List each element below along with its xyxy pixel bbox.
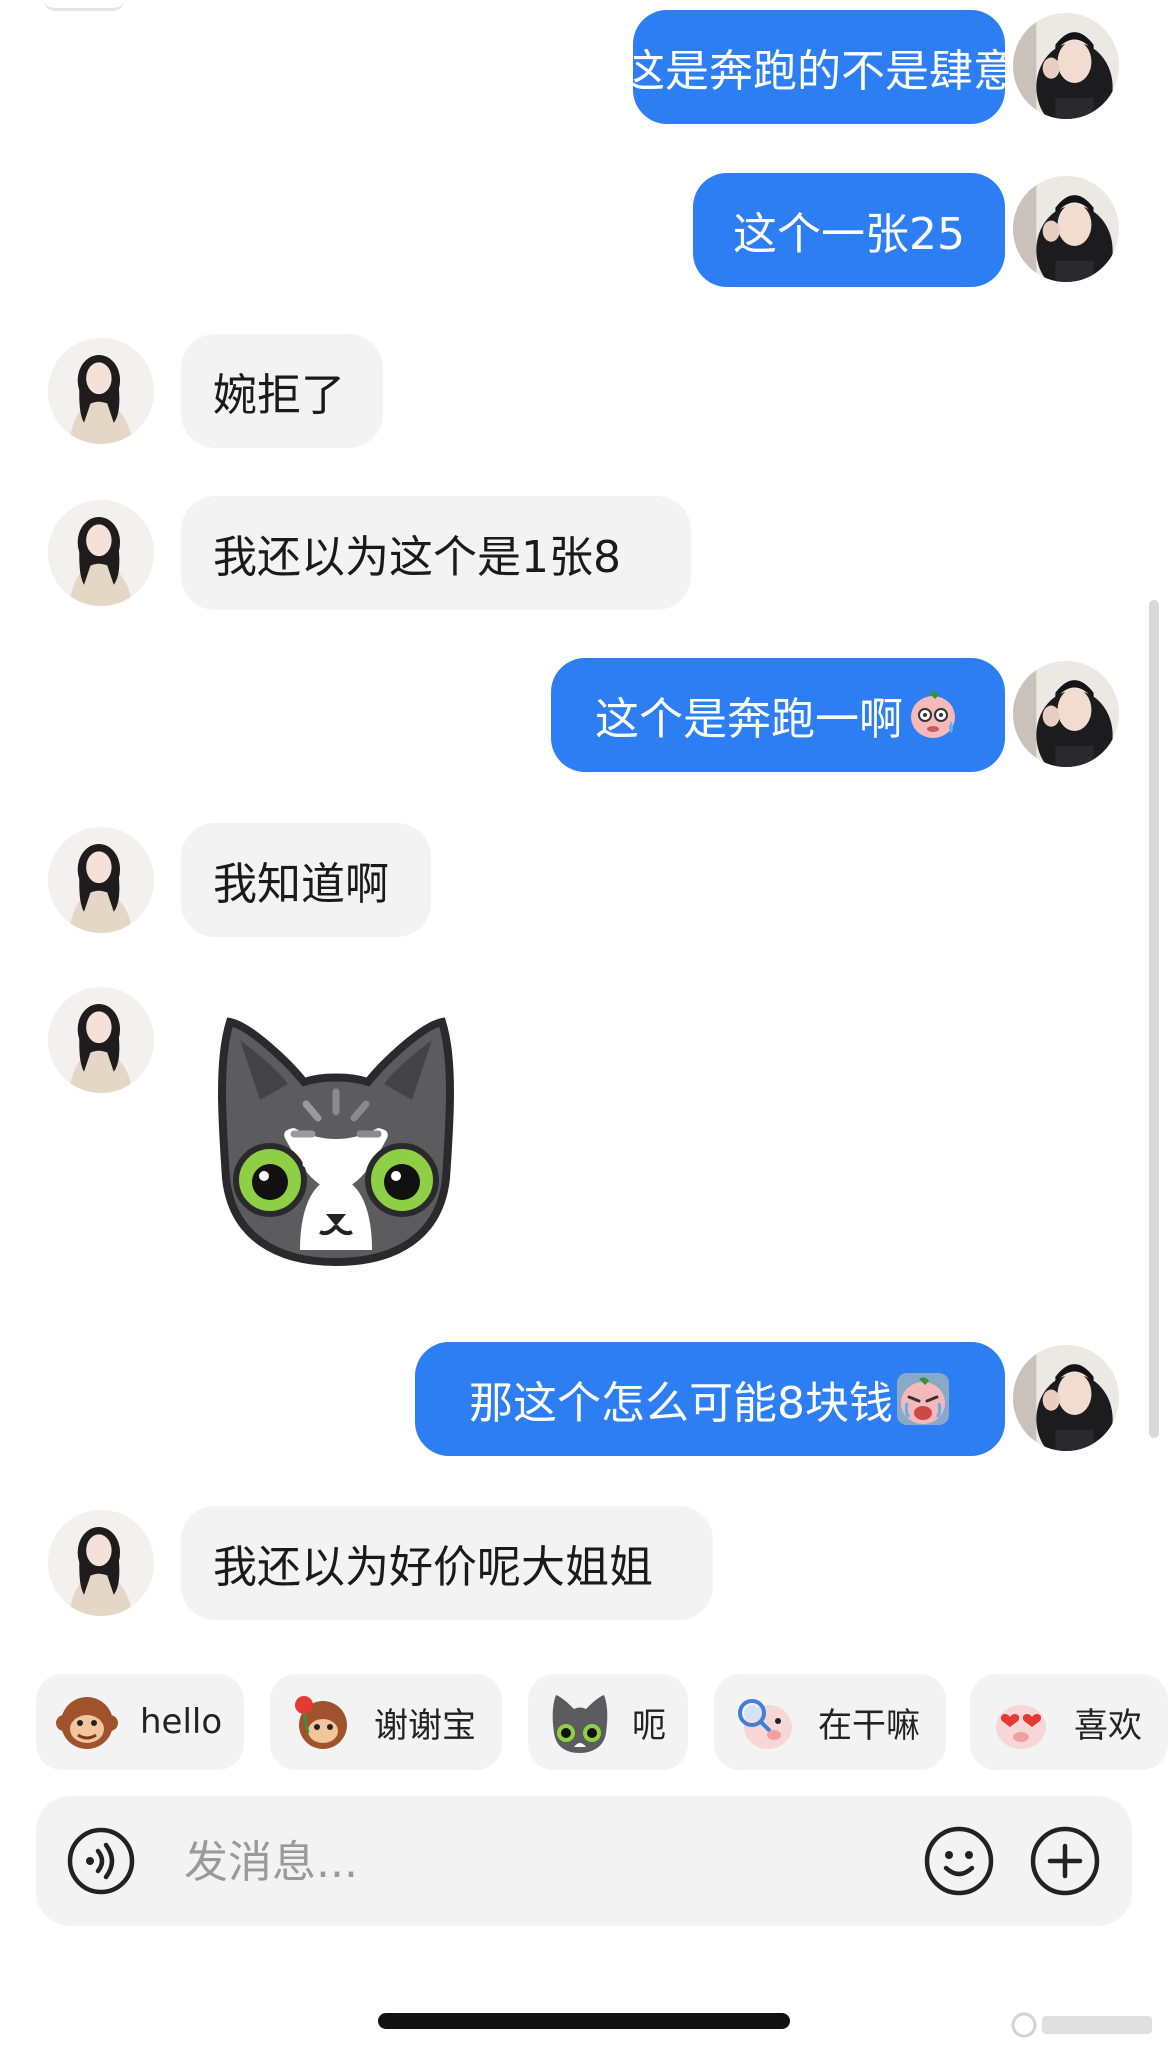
monkey-rose-emoji-icon: [288, 1689, 354, 1755]
quick-reply-like[interactable]: 喜欢: [970, 1674, 1168, 1770]
message-bubble-received[interactable]: 婉拒了: [181, 334, 383, 448]
contact-avatar[interactable]: [48, 500, 154, 606]
contact-avatar[interactable]: [48, 827, 154, 933]
message-bubble-sent[interactable]: 这个是奔跑一啊: [551, 658, 1005, 772]
contact-avatar[interactable]: [48, 338, 154, 444]
pig-magnifier-emoji-icon: [732, 1689, 798, 1755]
message-text: 这是奔跑的不是肆意: [621, 46, 1017, 97]
sweating-pink-face-emoji: [905, 687, 961, 743]
monkey-emoji-icon: [54, 1689, 120, 1755]
message-text: 这个是奔跑一啊: [595, 694, 903, 745]
emoji-picker-icon[interactable]: [922, 1824, 996, 1898]
watermark: [1010, 2008, 1160, 2042]
home-indicator[interactable]: [378, 2013, 790, 2029]
gray-cat-emoji-icon: [546, 1689, 612, 1755]
message-text: 我还以为好价呢大姐姐: [213, 1542, 653, 1593]
message-text: 那这个怎么可能8块钱: [469, 1378, 893, 1429]
message-bubble-received[interactable]: 我还以为这个是1张8: [181, 496, 691, 610]
my-avatar[interactable]: [1013, 13, 1119, 119]
pig-heart-emoji-icon: [988, 1689, 1054, 1755]
my-avatar[interactable]: [1013, 1345, 1119, 1451]
voice-input-icon[interactable]: [66, 1826, 136, 1896]
contact-avatar[interactable]: [48, 1510, 154, 1616]
quick-reply-label: 呃: [632, 1705, 666, 1746]
message-composer: [36, 1796, 1132, 1926]
gray-cat-loading-sticker[interactable]: [200, 1000, 472, 1272]
quick-reply-what-doing[interactable]: 在干嘛: [714, 1674, 946, 1770]
message-text: 我还以为这个是1张8: [213, 532, 621, 583]
quick-reply-uh[interactable]: 呃: [528, 1674, 688, 1770]
add-attachment-icon[interactable]: [1028, 1824, 1102, 1898]
contact-avatar[interactable]: [48, 987, 154, 1093]
my-avatar[interactable]: [1013, 661, 1119, 767]
message-bubble-sent[interactable]: 这个一张25: [693, 173, 1005, 287]
message-bubble-received[interactable]: 我还以为好价呢大姐姐: [181, 1506, 713, 1620]
message-text: 婉拒了: [213, 370, 345, 421]
message-input[interactable]: [182, 1820, 926, 1904]
top-edge: [44, 0, 124, 11]
message-text: 这个一张25: [733, 209, 965, 260]
quick-reply-label: 喜欢: [1074, 1705, 1142, 1746]
quick-reply-label: hello: [140, 1702, 223, 1742]
crying-pink-face-emoji: [895, 1371, 951, 1427]
my-avatar[interactable]: [1013, 176, 1119, 282]
message-bubble-received[interactable]: 我知道啊: [181, 823, 431, 937]
message-text: 我知道啊: [213, 859, 389, 910]
message-bubble-sent[interactable]: 这是奔跑的不是肆意: [621, 10, 1017, 124]
quick-reply-thanks[interactable]: 谢谢宝: [270, 1674, 502, 1770]
message-bubble-sent[interactable]: 那这个怎么可能8块钱: [415, 1342, 1005, 1456]
quick-reply-label: 谢谢宝: [374, 1705, 476, 1746]
quick-reply-hello[interactable]: hello: [36, 1674, 244, 1770]
quick-reply-label: 在干嘛: [818, 1705, 920, 1746]
scrollbar[interactable]: [1149, 600, 1159, 1438]
